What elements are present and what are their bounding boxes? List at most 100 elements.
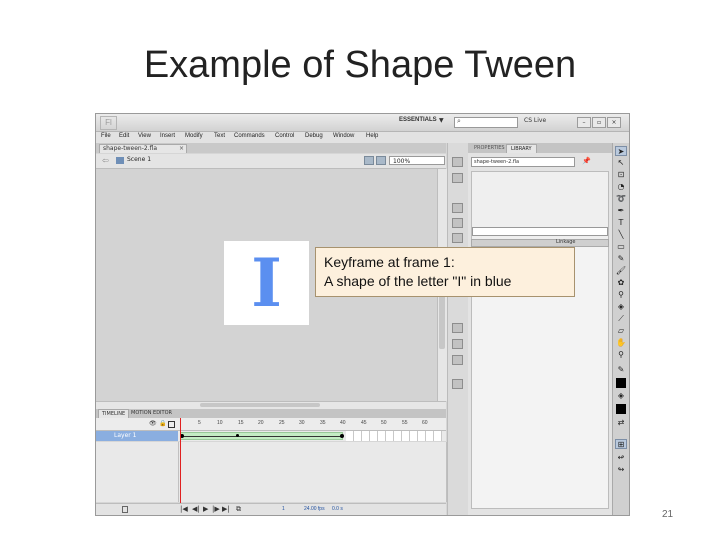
history-panel-icon[interactable] xyxy=(452,379,463,389)
free-transform-tool-icon[interactable]: ⊡ xyxy=(615,170,627,180)
components-icon[interactable] xyxy=(452,355,463,365)
help-search-input[interactable]: ⌕ xyxy=(454,117,518,128)
stroke-color-swatch[interactable] xyxy=(616,378,626,388)
cs-live-button[interactable]: CS Live xyxy=(524,117,546,124)
brush-tool-icon[interactable]: 🖌 xyxy=(615,266,627,276)
keyframe-end[interactable] xyxy=(340,434,344,438)
frame-number: 55 xyxy=(402,420,408,426)
tab-motion-editor[interactable]: MOTION EDITOR xyxy=(128,409,175,418)
frame-rate[interactable]: 24.00 fps xyxy=(304,506,325,512)
menu-window[interactable]: Window xyxy=(333,133,354,139)
layer-selection[interactable]: Layer 1 xyxy=(96,431,178,441)
align-panel-icon[interactable] xyxy=(452,203,463,213)
menu-edit[interactable]: Edit xyxy=(119,133,129,139)
annotation-callout: Keyframe at frame 1: A shape of the lett… xyxy=(315,247,575,297)
stroke-color-icon[interactable]: ✎ xyxy=(615,365,627,375)
rectangle-tool-icon[interactable]: ▭ xyxy=(615,242,627,252)
menu-debug[interactable]: Debug xyxy=(305,133,323,139)
library-search-input[interactable] xyxy=(472,227,608,236)
stage-horizontal-scrollbar[interactable] xyxy=(96,401,446,409)
smooth-icon[interactable]: ↫ xyxy=(615,453,627,463)
go-to-last-frame-icon[interactable]: ▶| xyxy=(222,505,230,513)
zoom-select[interactable]: 100% xyxy=(389,156,445,165)
document-tab[interactable]: shape-tween-2.fla × xyxy=(99,144,187,153)
empty-frames[interactable] xyxy=(346,431,442,441)
menu-view[interactable]: View xyxy=(138,133,151,139)
menu-insert[interactable]: Insert xyxy=(160,133,175,139)
tab-library[interactable]: LIBRARY xyxy=(506,144,537,153)
info-panel-icon[interactable] xyxy=(452,218,463,228)
menu-text[interactable]: Text xyxy=(214,133,225,139)
play-icon[interactable]: ▶ xyxy=(203,505,208,513)
library-document-select[interactable]: shape-tween-2.fla xyxy=(471,157,575,167)
motion-presets-icon[interactable] xyxy=(452,323,463,333)
snap-to-objects-icon[interactable]: ⊞ xyxy=(615,439,627,449)
outline-icon[interactable] xyxy=(168,421,175,428)
pasteboard: I Keyframe at frame 1: A shape of the le… xyxy=(96,169,575,401)
chevron-down-icon[interactable]: ▼ xyxy=(439,117,444,124)
pin-icon[interactable]: 📌 xyxy=(582,157,591,165)
bone-tool-icon[interactable]: ⚲ xyxy=(615,290,627,300)
back-arrow-icon[interactable]: ⇦ xyxy=(102,156,109,165)
transform-panel-icon[interactable] xyxy=(452,233,463,243)
playhead[interactable] xyxy=(180,418,181,505)
menu-file[interactable]: File xyxy=(101,133,111,139)
timeline-ruler[interactable]: 👁 🔒 5 10 15 20 25 30 35 40 45 50 55 60 xyxy=(96,418,446,431)
selection-tool-icon[interactable]: ➤ xyxy=(615,146,627,156)
frame-number: 15 xyxy=(238,420,244,426)
restore-button[interactable]: ▫ xyxy=(592,117,606,128)
scene-label[interactable]: Scene 1 xyxy=(127,156,151,163)
tab-properties[interactable]: PROPERTIES xyxy=(470,144,509,153)
zoom-tool-icon[interactable]: ⚲ xyxy=(615,350,627,360)
eye-icon[interactable]: 👁 xyxy=(149,420,157,427)
minimize-button[interactable]: – xyxy=(577,117,591,128)
go-to-first-frame-icon[interactable]: |◀ xyxy=(180,505,188,513)
3d-rotation-tool-icon[interactable]: ◔ xyxy=(615,182,627,192)
swap-colors-icon[interactable]: ⇄ xyxy=(615,418,627,428)
line-tool-icon[interactable]: ╲ xyxy=(615,230,627,240)
pen-tool-icon[interactable]: ✒ xyxy=(615,206,627,216)
code-snippets-icon[interactable] xyxy=(452,339,463,349)
stage[interactable]: I xyxy=(224,241,309,325)
eyedropper-tool-icon[interactable]: ⟋ xyxy=(615,314,627,324)
paint-bucket-tool-icon[interactable]: ◈ xyxy=(615,302,627,312)
timeline-tab-bar: TIMELINE MOTION EDITOR xyxy=(96,409,446,418)
eraser-tool-icon[interactable]: ▱ xyxy=(615,326,627,336)
hand-tool-icon[interactable]: ✋ xyxy=(615,338,627,348)
edit-symbols-icon[interactable] xyxy=(376,156,386,165)
lock-icon[interactable]: 🔒 xyxy=(159,420,166,427)
onion-skin-icon[interactable]: ⧉ xyxy=(236,505,241,514)
scrollbar-thumb[interactable] xyxy=(439,289,445,349)
color-panel-icon[interactable] xyxy=(452,157,463,167)
close-button[interactable]: × xyxy=(607,117,621,128)
column-linkage[interactable]: Linkage xyxy=(556,239,575,245)
fill-color-swatch[interactable] xyxy=(616,404,626,414)
lasso-tool-icon[interactable]: ➰ xyxy=(615,194,627,204)
letter-i-shape[interactable]: I xyxy=(224,241,309,325)
step-forward-icon[interactable]: |▶ xyxy=(212,505,220,513)
workspace-switcher[interactable]: ESSENTIALS xyxy=(399,117,437,123)
pencil-tool-icon[interactable]: ✎ xyxy=(615,254,627,264)
fill-color-icon[interactable]: ◈ xyxy=(615,391,627,401)
swatches-panel-icon[interactable] xyxy=(452,173,463,183)
keyframe-mid[interactable] xyxy=(236,434,239,437)
menu-modify[interactable]: Modify xyxy=(185,133,203,139)
deco-tool-icon[interactable]: ✿ xyxy=(615,278,627,288)
scrollbar-thumb[interactable] xyxy=(200,403,320,407)
text-tool-icon[interactable]: T xyxy=(615,218,627,228)
trash-icon[interactable] xyxy=(122,506,128,513)
edit-scene-icon[interactable] xyxy=(364,156,374,165)
tab-timeline[interactable]: TIMELINE xyxy=(98,409,130,418)
app-titlebar: Fl ESSENTIALS ▼ ⌕ CS Live – ▫ × xyxy=(96,114,629,132)
menu-control[interactable]: Control xyxy=(275,133,294,139)
frame-number: 50 xyxy=(381,420,387,426)
layer-name[interactable]: Layer 1 xyxy=(114,432,136,439)
menu-commands[interactable]: Commands xyxy=(234,133,265,139)
close-icon[interactable]: × xyxy=(179,145,184,153)
step-back-icon[interactable]: ◀| xyxy=(192,505,200,513)
layer-row[interactable]: Layer 1 xyxy=(96,431,446,441)
menu-help[interactable]: Help xyxy=(366,133,378,139)
straighten-icon[interactable]: ↬ xyxy=(615,465,627,475)
subselection-tool-icon[interactable]: ↖ xyxy=(615,158,627,168)
slide-title: Example of Shape Tween xyxy=(143,44,577,86)
